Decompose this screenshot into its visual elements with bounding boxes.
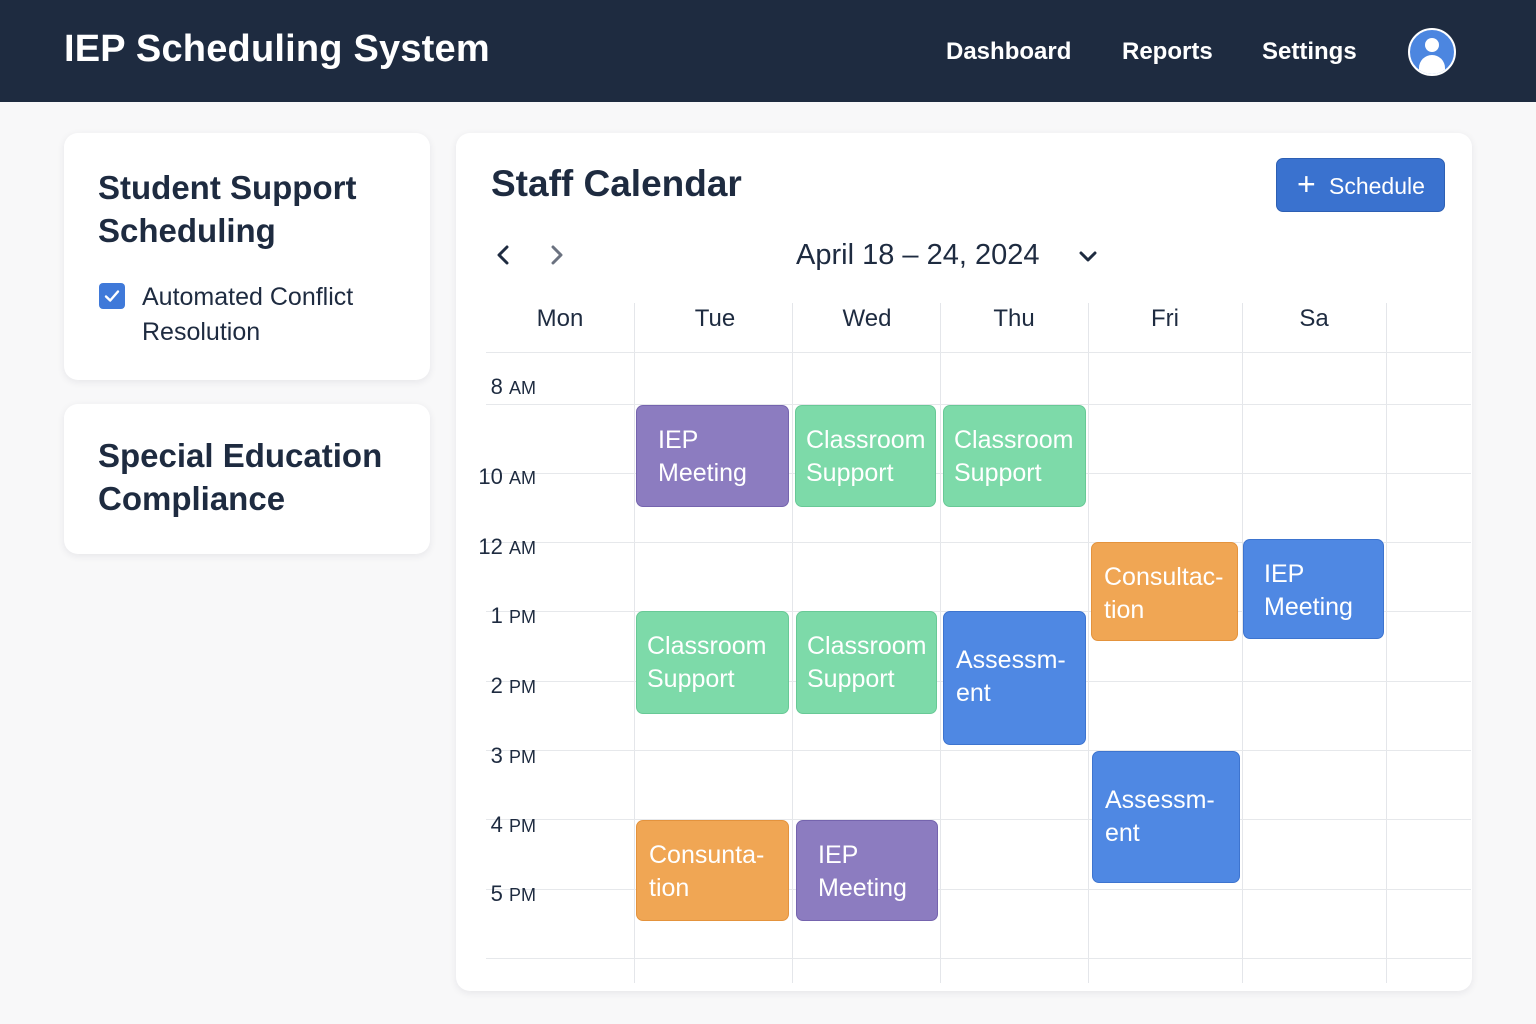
- event-title-line1: Classroom: [647, 632, 767, 660]
- event-title-line1: Consunta-: [649, 841, 765, 869]
- grid-row-line: [486, 750, 1471, 751]
- event-iep-meeting[interactable]: IEP Meeting: [1243, 539, 1384, 639]
- schedule-button[interactable]: + Schedule: [1276, 158, 1445, 212]
- time-hour: 12: [478, 534, 503, 559]
- grid-column-line: [1386, 303, 1387, 983]
- event-title-line1: Classroom: [954, 426, 1074, 454]
- event-title-line2: tion: [1104, 596, 1145, 624]
- app-title: IEP Scheduling System: [64, 28, 490, 70]
- nav-dashboard[interactable]: Dashboard: [946, 38, 1071, 66]
- nav-reports[interactable]: Reports: [1122, 38, 1213, 66]
- event-iep-meeting[interactable]: IEP Meeting: [796, 820, 938, 921]
- conflict-resolution-label: Automated Conflict Resolution: [142, 283, 354, 346]
- event-title-line2: tion: [649, 874, 690, 902]
- event-title-line2: Meeting: [818, 874, 907, 902]
- event-title-line1: Consultac-: [1104, 563, 1224, 591]
- event-title-line1: IEP: [1264, 560, 1305, 588]
- event-title-line2: Meeting: [658, 459, 747, 487]
- time-ampm: AM: [509, 538, 536, 558]
- day-header-tue: Tue: [694, 305, 736, 332]
- event-classroom-support[interactable]: Classroom Support: [943, 405, 1086, 507]
- event-consultation[interactable]: Consunta- tion: [636, 820, 789, 921]
- event-title-line1: Assessm-: [956, 646, 1066, 674]
- event-title-line1: Classroom: [807, 632, 927, 660]
- event-consultation[interactable]: Consultac- tion: [1091, 542, 1238, 641]
- event-title-line2: Support: [807, 665, 895, 693]
- time-label: 12 AM: [470, 534, 536, 560]
- grid-row-line: [486, 958, 1471, 959]
- time-ampm: PM: [509, 816, 536, 836]
- time-ampm: PM: [509, 607, 536, 627]
- event-title-line2: Support: [806, 459, 894, 487]
- event-title-line1: IEP: [658, 426, 699, 454]
- grid-row-line: [486, 819, 1471, 820]
- time-label: 5 PM: [470, 881, 536, 907]
- time-label: 8 AM: [470, 374, 536, 400]
- time-hour: 5: [490, 881, 503, 906]
- grid-row-line: [486, 889, 1471, 890]
- event-assessment[interactable]: Assessm- ent: [1092, 751, 1240, 883]
- time-ampm: AM: [509, 468, 536, 488]
- plus-icon: +: [1297, 166, 1316, 202]
- event-classroom-support[interactable]: Classroom Support: [796, 611, 937, 714]
- grid-column-line: [792, 303, 793, 983]
- event-title-line2: ent: [1105, 819, 1140, 847]
- event-title-line1: Assessm-: [1105, 786, 1215, 814]
- event-classroom-support[interactable]: Classroom Support: [795, 405, 936, 507]
- time-hour: 2: [490, 673, 503, 698]
- nav-settings[interactable]: Settings: [1262, 38, 1357, 66]
- event-title-line1: IEP: [818, 841, 859, 869]
- time-hour: 10: [478, 464, 503, 489]
- event-title-line1: Classroom: [806, 426, 926, 454]
- top-navigation-bar: IEP Scheduling System Dashboard Reports …: [0, 0, 1536, 102]
- event-title-line2: ent: [956, 679, 991, 707]
- schedule-button-label: Schedule: [1329, 173, 1425, 199]
- event-classroom-support[interactable]: Classroom Support: [636, 611, 789, 714]
- grid-row-line: [486, 352, 1471, 353]
- compliance-title: Special Education Compliance: [98, 437, 383, 517]
- avatar-body: [1419, 55, 1445, 74]
- grid-column-line: [1088, 303, 1089, 983]
- day-header-thu: Thu: [993, 305, 1035, 332]
- time-ampm: PM: [509, 747, 536, 767]
- date-range: April 18 – 24, 2024: [796, 239, 1040, 271]
- student-support-title: Student Support Scheduling: [98, 169, 357, 249]
- grid-column-line: [1242, 303, 1243, 983]
- avatar-head: [1425, 38, 1439, 52]
- time-hour: 3: [490, 743, 503, 768]
- student-support-card: Student Support Scheduling Automated Con…: [64, 133, 430, 380]
- time-label: 3 PM: [470, 743, 536, 769]
- time-ampm: PM: [509, 677, 536, 697]
- staff-calendar-card: Staff Calendar + Schedule April 18 – 24,…: [456, 133, 1472, 991]
- compliance-card[interactable]: Special Education Compliance: [64, 404, 430, 554]
- event-title-line2: Support: [954, 459, 1042, 487]
- chevron-right-icon[interactable]: [542, 241, 570, 269]
- user-avatar-icon[interactable]: [1408, 28, 1456, 76]
- time-label: 1 PM: [470, 603, 536, 629]
- event-title-line2: Support: [647, 665, 735, 693]
- time-hour: 1: [490, 603, 503, 628]
- time-ampm: AM: [509, 378, 536, 398]
- time-label: 4 PM: [470, 812, 536, 838]
- grid-column-line: [634, 303, 635, 983]
- event-assessment[interactable]: Assessm- ent: [943, 611, 1086, 745]
- day-header-mon: Mon: [536, 305, 584, 332]
- event-title-line2: Meeting: [1264, 593, 1353, 621]
- grid-column-line: [940, 303, 941, 983]
- checkmark-icon: [104, 290, 120, 302]
- conflict-resolution-checkbox[interactable]: [99, 283, 125, 309]
- day-header-wed: Wed: [842, 305, 892, 332]
- day-header-fri: Fri: [1151, 305, 1179, 332]
- time-hour: 8: [490, 374, 503, 399]
- time-ampm: PM: [509, 885, 536, 905]
- time-label: 2 PM: [470, 673, 536, 699]
- day-header-sa: Sa: [1299, 305, 1329, 332]
- event-iep-meeting[interactable]: IEP Meeting: [636, 405, 789, 507]
- calendar-title: Staff Calendar: [491, 163, 742, 204]
- time-label: 10 AM: [470, 464, 536, 490]
- chevron-down-icon[interactable]: [1074, 243, 1102, 271]
- chevron-left-icon[interactable]: [490, 241, 518, 269]
- time-hour: 4: [490, 812, 503, 837]
